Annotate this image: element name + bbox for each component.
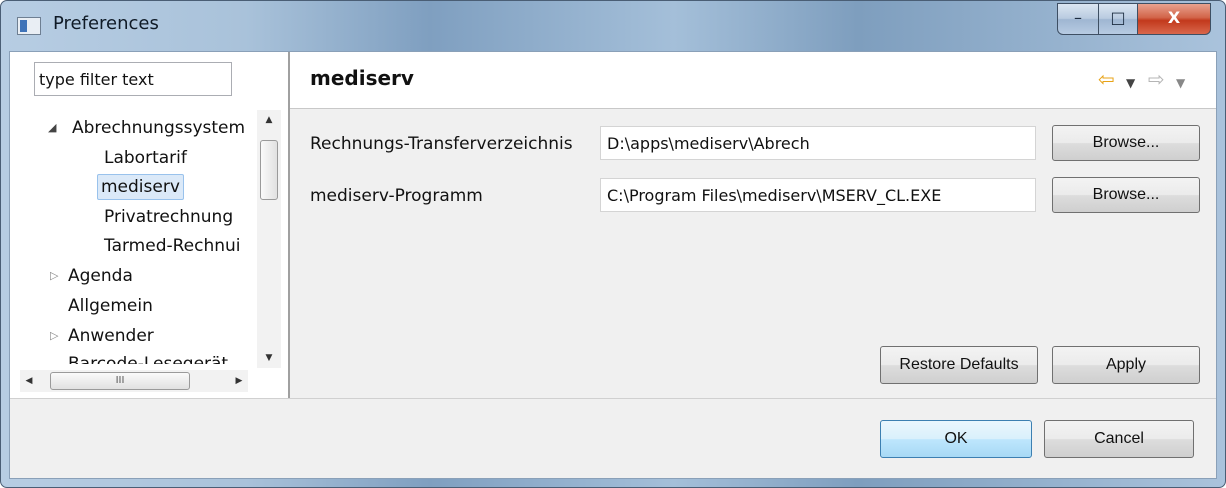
close-button[interactable]: X: [1137, 3, 1211, 35]
filter-input[interactable]: [34, 62, 232, 96]
preference-tree-pane: ◢ Abrechnungssystem Labortarif mediserv …: [10, 52, 288, 398]
window-icon: [17, 17, 41, 35]
tree-item-labortarif[interactable]: Labortarif: [104, 146, 187, 170]
tree-item-abrechnungssystem[interactable]: Abrechnungssystem: [72, 116, 245, 140]
ok-button[interactable]: OK: [880, 420, 1032, 458]
tree-item-tarmed-rechnung[interactable]: Tarmed-Rechnui: [104, 234, 241, 258]
transfer-directory-label: Rechnungs-Transferverzeichnis: [310, 134, 573, 154]
tree-item-privatrechnung[interactable]: Privatrechnung: [104, 205, 233, 229]
transfer-directory-field[interactable]: [600, 126, 1036, 160]
collapsed-arrow-icon[interactable]: ▷: [50, 264, 58, 288]
tree-item-allgemein[interactable]: Allgemein: [68, 294, 153, 318]
tree-item-barcode[interactable]: Barcode-Lesegerät: [68, 352, 228, 364]
tree-item-clip: Barcode-Lesegerät: [68, 352, 257, 364]
forward-arrow-icon[interactable]: ⇨: [1148, 68, 1165, 90]
program-field[interactable]: [600, 178, 1036, 212]
scroll-left-icon[interactable]: ◀: [22, 371, 36, 391]
tree-item-anwender[interactable]: Anwender: [68, 324, 154, 348]
preferences-window: Preferences – □ X ◢ Abrechnungssystem La…: [0, 0, 1226, 488]
tree-item-agenda[interactable]: Agenda: [68, 264, 133, 288]
cancel-button[interactable]: Cancel: [1044, 420, 1194, 458]
browse-program-button[interactable]: Browse...: [1052, 177, 1200, 213]
vertical-scroll-thumb[interactable]: [260, 140, 278, 200]
collapsed-arrow-icon[interactable]: ▷: [50, 324, 58, 348]
apply-button[interactable]: Apply: [1052, 346, 1200, 384]
scroll-down-icon[interactable]: ▼: [257, 348, 281, 368]
restore-defaults-button[interactable]: Restore Defaults: [880, 346, 1038, 384]
page-header: mediserv ⇦ ▼ ⇨ ▼: [290, 52, 1216, 109]
horizontal-scroll-thumb[interactable]: III: [50, 372, 190, 390]
button-bar-separator: [10, 398, 1216, 399]
scroll-right-icon[interactable]: ▶: [232, 371, 246, 391]
back-arrow-icon[interactable]: ⇦: [1098, 68, 1115, 90]
browse-transfer-button[interactable]: Browse...: [1052, 125, 1200, 161]
scroll-up-icon[interactable]: ▲: [257, 110, 281, 130]
tree-horizontal-scrollbar[interactable]: ◀ III ▶: [20, 370, 248, 392]
title-bar[interactable]: Preferences – □ X: [1, 1, 1225, 49]
tree-vertical-scrollbar[interactable]: ▲ ▼: [257, 110, 281, 368]
dialog-client-area: ◢ Abrechnungssystem Labortarif mediserv …: [9, 51, 1217, 479]
back-dropdown-icon[interactable]: ▼: [1126, 72, 1135, 94]
tree-item-mediserv[interactable]: mediserv: [97, 174, 184, 200]
expanded-arrow-icon[interactable]: ◢: [48, 116, 56, 140]
page-title: mediserv: [310, 66, 414, 90]
minimize-button[interactable]: –: [1057, 3, 1099, 35]
preference-page: mediserv ⇦ ▼ ⇨ ▼ Rechnungs-Transferverze…: [290, 52, 1216, 398]
window-title: Preferences: [53, 13, 159, 34]
program-label: mediserv-Programm: [310, 186, 483, 206]
maximize-button[interactable]: □: [1098, 3, 1138, 35]
forward-dropdown-icon[interactable]: ▼: [1176, 72, 1185, 94]
